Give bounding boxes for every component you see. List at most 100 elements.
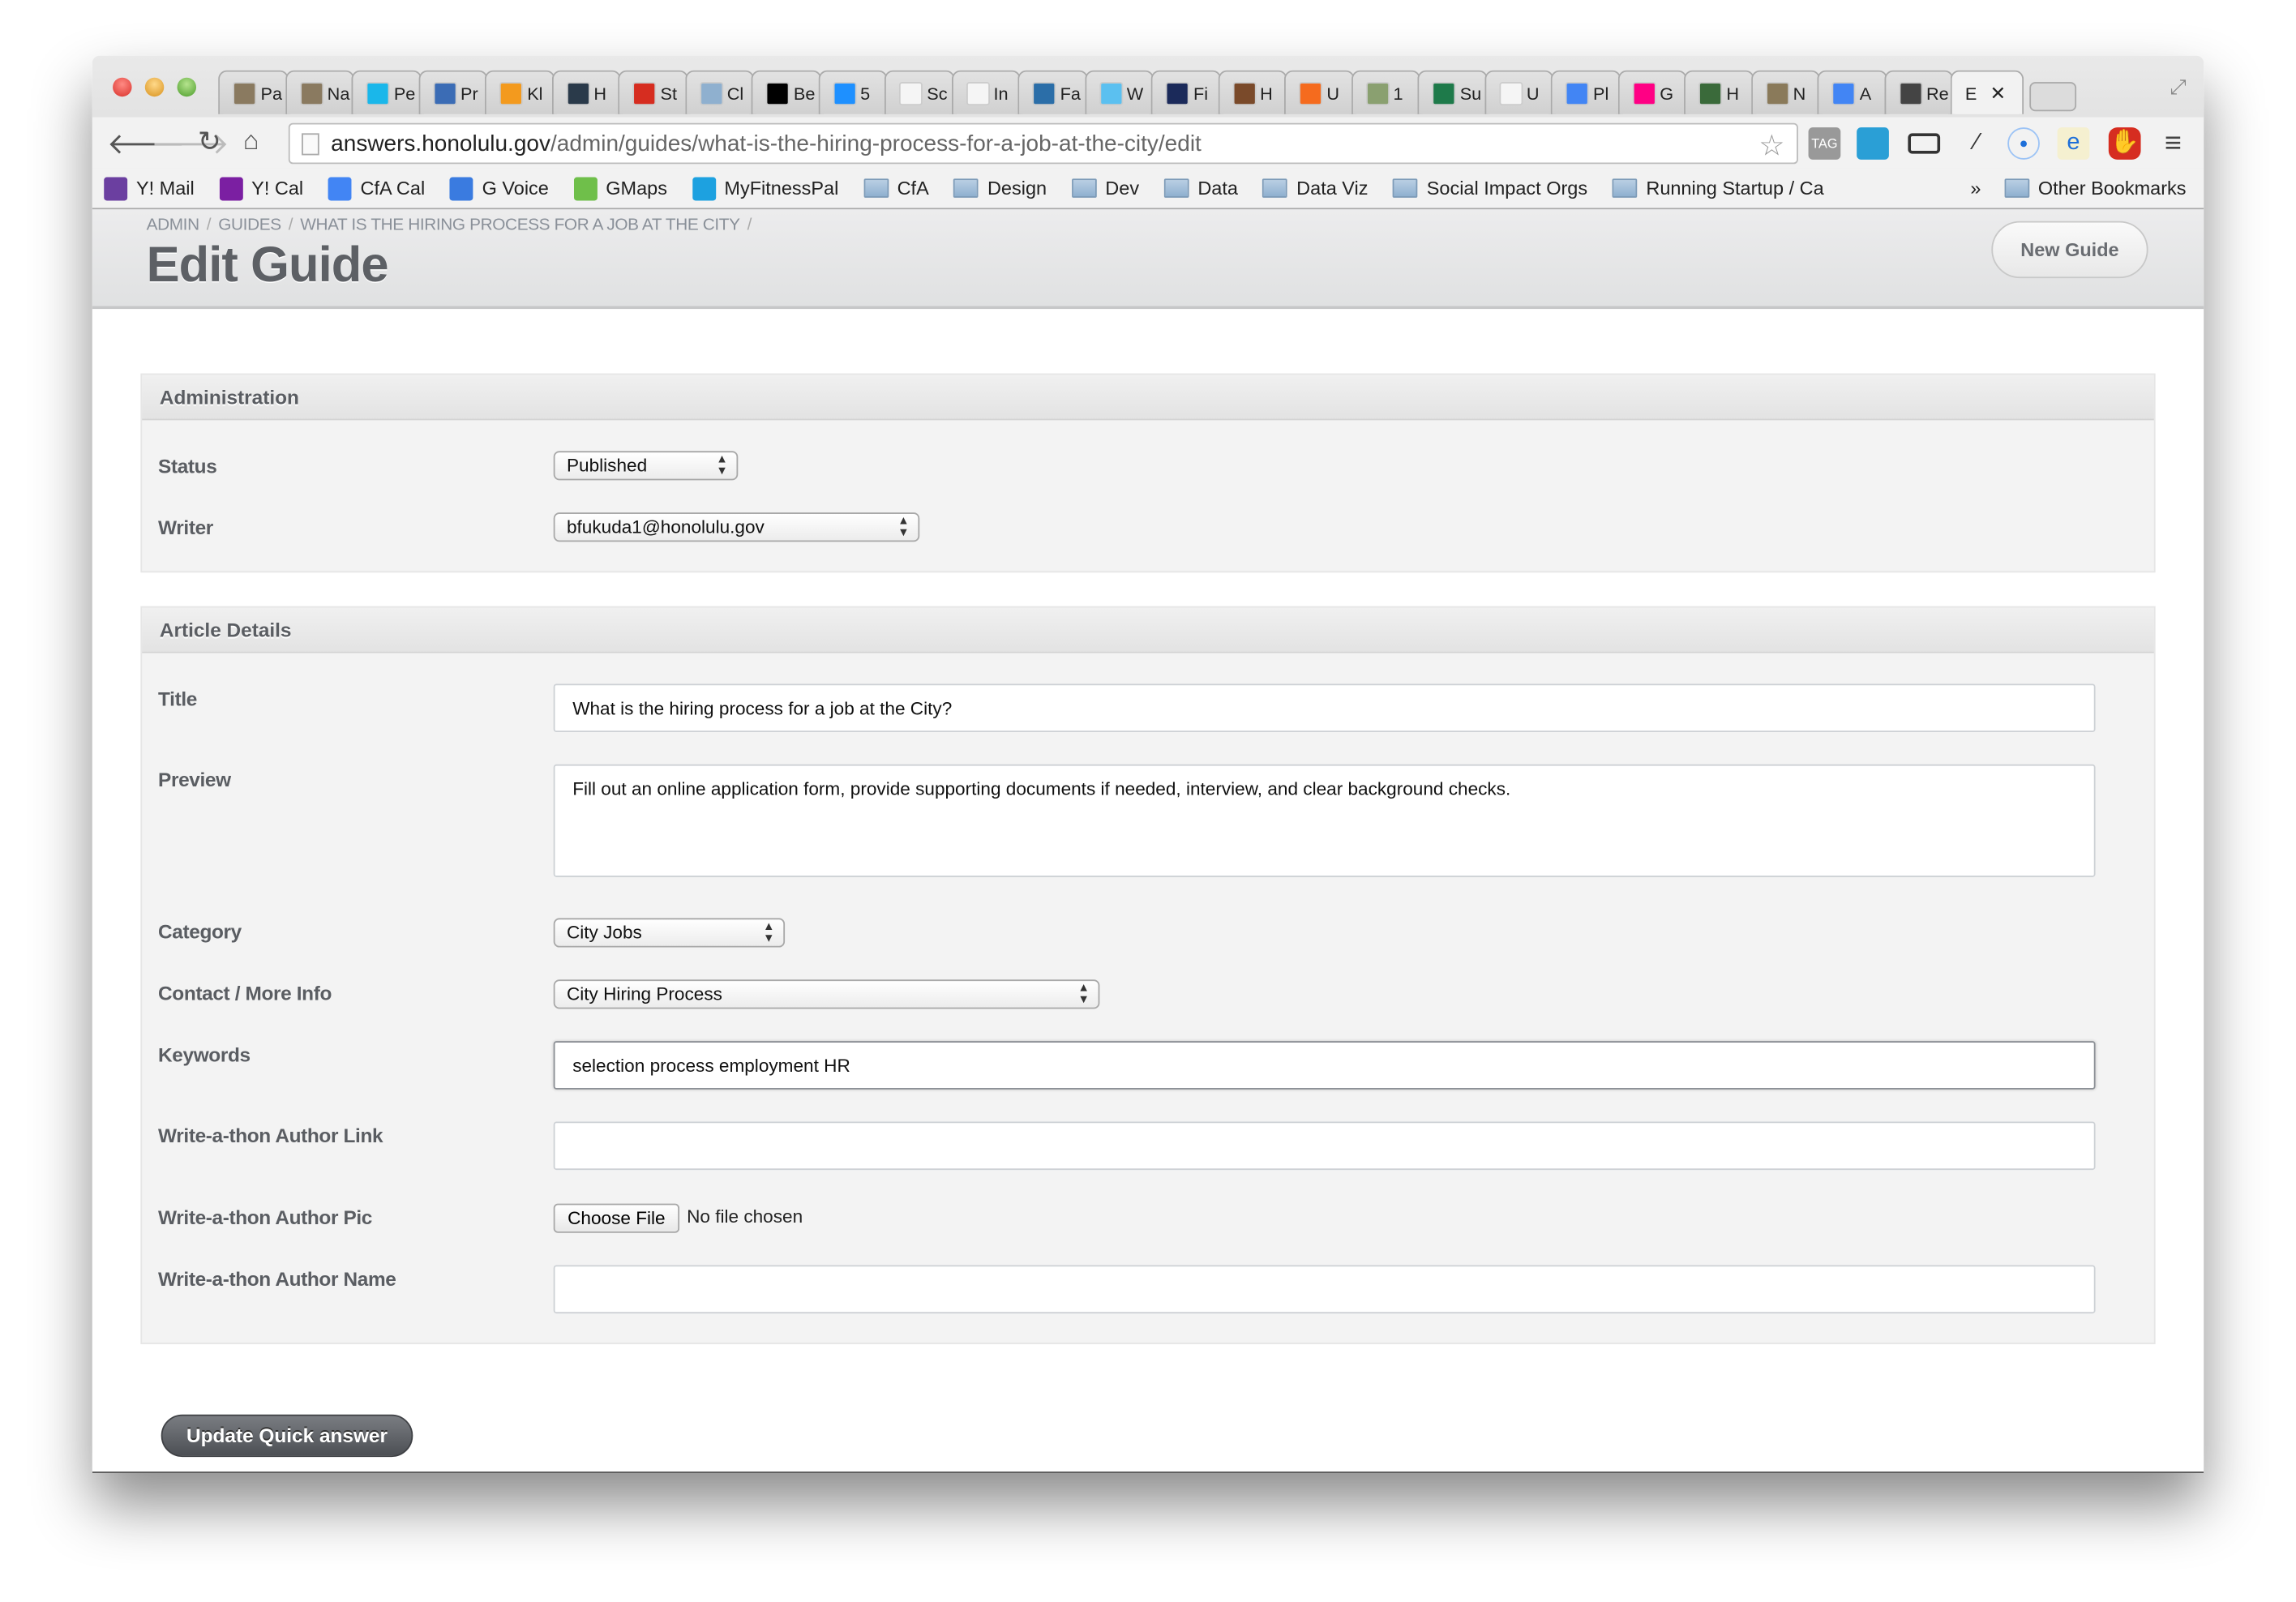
select-arrows-icon: ▲ ▼: [763, 919, 775, 944]
eyedropper-icon[interactable]: ⁄: [1960, 127, 1993, 160]
tab-label: U: [1526, 83, 1540, 104]
breadcrumb: ADMIN / GUIDES / WHAT IS THE HIRING PROCESS …: [147, 216, 759, 234]
breadcrumb-admin[interactable]: ADMIN: [147, 216, 199, 234]
browser-tab[interactable]: A: [1817, 70, 1887, 114]
bookmark-item[interactable]: Dev: [1071, 177, 1140, 199]
browser-tab[interactable]: Pr: [418, 70, 488, 114]
minimize-window-button[interactable]: [144, 77, 165, 97]
browser-tab[interactable]: H: [551, 70, 621, 114]
title-input[interactable]: What is the hiring process for a job at …: [553, 683, 2096, 733]
close-window-button[interactable]: [113, 77, 132, 97]
address-bar[interactable]: answers.honolulu.gov/admin/guides/what-i…: [288, 122, 1798, 165]
other-bookmarks[interactable]: Other Bookmarks: [2004, 177, 2187, 199]
browser-tab[interactable]: Kl: [484, 70, 555, 114]
circle-extension-icon[interactable]: ●: [2007, 127, 2040, 160]
bookmark-item[interactable]: GMaps: [573, 176, 667, 200]
bookmark-item[interactable]: Design: [953, 178, 1047, 199]
browser-tab[interactable]: N: [1750, 70, 1821, 114]
bookmark-item[interactable]: Data: [1163, 178, 1238, 199]
favicon-icon: [1698, 81, 1722, 105]
bookmark-item[interactable]: Y! Cal: [219, 176, 303, 200]
bookmark-item[interactable]: Y! Mail: [104, 176, 195, 200]
choose-file-button[interactable]: Choose File: [553, 1203, 680, 1233]
browser-tab[interactable]: Pe: [351, 70, 422, 114]
bookmark-label: G Voice: [482, 177, 549, 199]
bookmark-label: Dev: [1105, 177, 1140, 199]
favicon-icon: [699, 81, 723, 105]
author-name-input[interactable]: [553, 1265, 2096, 1314]
browser-tab[interactable]: U: [1484, 70, 1554, 114]
bookmark-item[interactable]: MyFitnessPal: [692, 176, 838, 200]
browser-tab[interactable]: W: [1084, 70, 1154, 114]
browser-tab[interactable]: Re: [1883, 70, 1954, 114]
browser-tab[interactable]: H: [1684, 70, 1754, 114]
breadcrumb-separator: /: [206, 216, 212, 234]
zoom-window-button[interactable]: [177, 77, 197, 97]
writer-select[interactable]: bfukuda1@honolulu.gov ▲ ▼: [553, 512, 920, 542]
favicon-icon: [1631, 81, 1656, 105]
contact-value: City Hiring Process: [566, 983, 722, 1004]
close-tab-icon[interactable]: ✕: [1990, 81, 2007, 105]
favicon-icon: [1565, 81, 1589, 105]
status-value: Published: [566, 455, 648, 476]
bookmark-item[interactable]: CfA: [863, 178, 929, 199]
browser-tab[interactable]: St: [618, 70, 688, 114]
browser-tab[interactable]: G: [1617, 70, 1687, 114]
bookmark-item[interactable]: G Voice: [449, 176, 549, 200]
browser-tab[interactable]: Be: [751, 70, 821, 114]
bookmarks-overflow-button[interactable]: »: [1970, 178, 1981, 199]
browser-tab[interactable]: U: [1283, 70, 1354, 114]
contact-label: Contact / More Info: [158, 982, 332, 1004]
tab-label: Na: [327, 83, 350, 104]
browser-tab[interactable]: 1: [1351, 70, 1420, 114]
preview-textarea[interactable]: Fill out an online application form, pro…: [553, 764, 2096, 877]
ruler-extension-icon[interactable]: [1908, 133, 1941, 154]
update-quick-answer-button[interactable]: Update Quick answer: [161, 1414, 413, 1458]
bookmark-item[interactable]: Data Viz: [1262, 178, 1369, 199]
fullscreen-icon[interactable]: ⤢: [2170, 75, 2186, 100]
browser-tab[interactable]: Sc: [884, 70, 954, 114]
favicon-icon: [1498, 81, 1523, 105]
contact-select[interactable]: City Hiring Process ▲ ▼: [553, 979, 1100, 1009]
adblock-icon[interactable]: ✋: [2108, 127, 2141, 160]
author-link-input[interactable]: [553, 1121, 2096, 1171]
keywords-input[interactable]: selection process employment HR: [553, 1041, 2096, 1090]
bookmark-label: CfA: [897, 177, 929, 199]
tab-label: Fi: [1193, 83, 1209, 104]
bookmark-item[interactable]: Social Impact Orgs: [1393, 178, 1587, 199]
new-tab-button[interactable]: [2029, 82, 2077, 112]
tab-label: 5: [860, 83, 871, 104]
ie-tab-icon[interactable]: e: [2057, 127, 2090, 160]
browser-tab[interactable]: H: [1217, 70, 1287, 114]
browser-tab[interactable]: In: [951, 70, 1021, 114]
browser-tab[interactable]: 5: [817, 70, 888, 114]
image-extension-icon[interactable]: [1857, 127, 1889, 160]
bookmark-star-icon[interactable]: ☆: [1758, 127, 1784, 164]
menu-icon[interactable]: ≡: [2157, 127, 2189, 160]
active-tab[interactable]: E ✕: [1950, 70, 2024, 114]
home-icon[interactable]: ⌂: [243, 126, 259, 156]
tag-extension-icon[interactable]: TAG: [1808, 127, 1841, 160]
author-pic-label: Write-a-thon Author Pic: [158, 1206, 373, 1229]
author-link-label: Write-a-thon Author Link: [158, 1124, 383, 1147]
bookmark-label: Design: [987, 177, 1047, 199]
browser-tab[interactable]: Pa: [218, 70, 288, 114]
bookmark-label: Other Bookmarks: [2037, 177, 2187, 199]
breadcrumb-guide[interactable]: WHAT IS THE HIRING PROCESS FOR A JOB AT …: [300, 216, 740, 234]
bookmark-label: Social Impact Orgs: [1426, 177, 1588, 199]
browser-tab[interactable]: Su: [1417, 70, 1488, 114]
new-guide-button[interactable]: New Guide: [1991, 221, 2148, 279]
breadcrumb-guides[interactable]: GUIDES: [218, 216, 281, 234]
browser-tab[interactable]: Pl: [1550, 70, 1621, 114]
browser-tab[interactable]: Na: [285, 70, 355, 114]
bookmark-item[interactable]: Running Startup / Ca: [1612, 178, 1824, 199]
browser-tab[interactable]: Fi: [1150, 70, 1221, 114]
browser-tab[interactable]: Fa: [1017, 70, 1088, 114]
category-select[interactable]: City Jobs ▲ ▼: [553, 918, 786, 948]
bookmark-item[interactable]: CfA Cal: [328, 176, 425, 200]
status-select[interactable]: Published ▲ ▼: [553, 451, 739, 481]
browser-tab[interactable]: Cl: [684, 70, 755, 114]
url-path: /admin/guides/what-is-the-hiring-process…: [550, 131, 1202, 157]
category-value: City Jobs: [566, 922, 642, 944]
reload-icon[interactable]: ↻: [198, 126, 221, 160]
